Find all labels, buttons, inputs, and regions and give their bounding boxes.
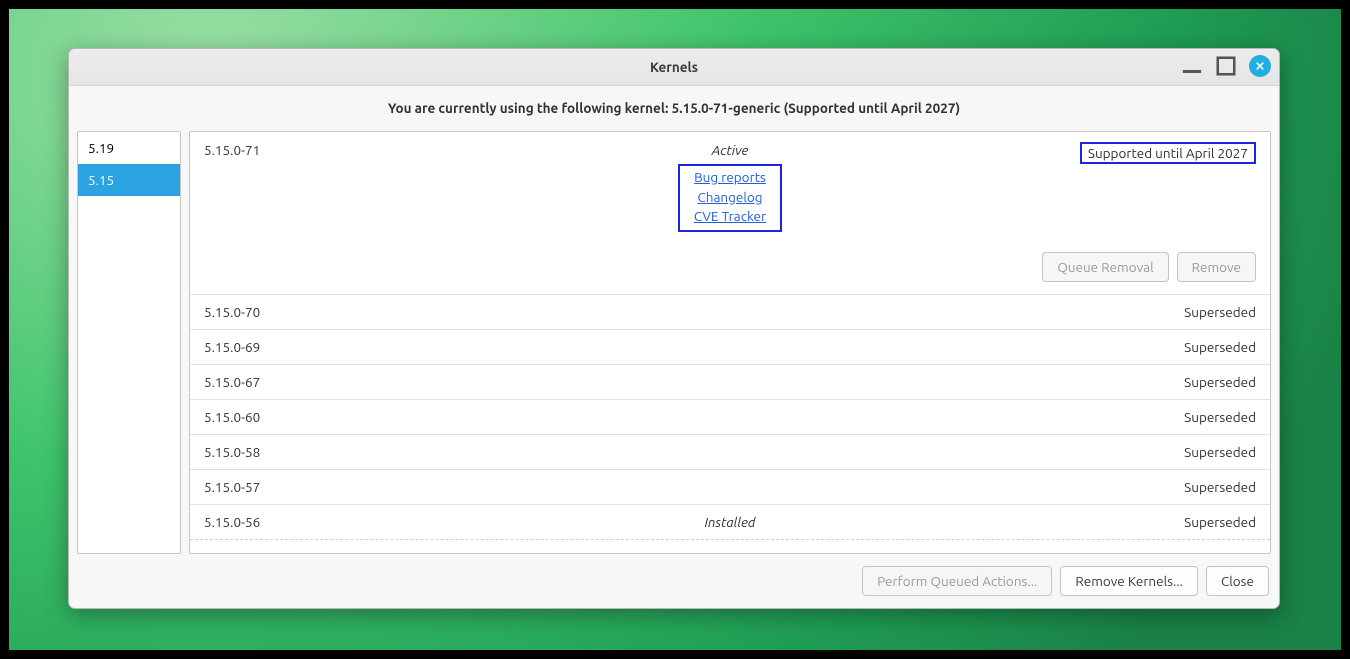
minimize-icon (1181, 55, 1203, 77)
close-dialog-button[interactable]: Close (1206, 566, 1269, 596)
kernel-row[interactable]: 5.15.0-60 Superseded (190, 400, 1270, 435)
remove-button[interactable]: Remove (1177, 252, 1256, 282)
kernel-version: 5.15.0-60 (204, 409, 551, 425)
kernel-row[interactable]: 5.15.0-69 Superseded (190, 330, 1270, 365)
kernel-row-expanded[interactable]: 5.15.0-71 Active Bug reports Changelog C… (190, 132, 1270, 295)
kernel-support-status: Superseded (909, 514, 1256, 530)
kernel-support-status: Superseded (909, 444, 1256, 460)
content-area: 5.19 5.15 5.15.0-71 Active Bug reports C… (69, 131, 1279, 554)
kernel-status-active: Active (712, 142, 749, 158)
close-button[interactable] (1249, 55, 1271, 77)
queue-removal-button[interactable]: Queue Removal (1042, 252, 1168, 282)
kernel-row[interactable]: 5.15.0-58 Superseded (190, 435, 1270, 470)
sidebar-item-5-19[interactable]: 5.19 (78, 132, 180, 164)
current-kernel-notice: You are currently using the following ke… (69, 86, 1279, 131)
kernel-row[interactable]: 5.15.0-70 Superseded (190, 295, 1270, 330)
remove-kernels-button[interactable]: Remove Kernels... (1060, 566, 1198, 596)
kernel-support-status: Superseded (909, 339, 1256, 355)
kernels-window: Kernels You are currently using the foll… (68, 48, 1280, 609)
kernel-version: 5.15.0-70 (204, 304, 551, 320)
window-buttons (1181, 55, 1271, 77)
support-until-badge: Supported until April 2027 (1080, 142, 1256, 164)
dialog-footer: Perform Queued Actions... Remove Kernels… (69, 554, 1279, 608)
kernel-links-box: Bug reports Changelog CVE Tracker (678, 164, 782, 232)
kernel-row[interactable]: 5.15.0-56 Installed Superseded (190, 505, 1270, 540)
kernel-series-sidebar: 5.19 5.15 (77, 131, 181, 554)
kernel-row[interactable]: 5.15.0-67 Superseded (190, 365, 1270, 400)
kernel-support-status: Superseded (909, 409, 1256, 425)
kernel-list[interactable]: 5.15.0-71 Active Bug reports Changelog C… (189, 131, 1271, 554)
bug-reports-link[interactable]: Bug reports (694, 168, 766, 188)
perform-queued-actions-button[interactable]: Perform Queued Actions... (862, 566, 1052, 596)
kernel-version: 5.15.0-69 (204, 339, 551, 355)
kernel-support-status: Superseded (909, 479, 1256, 495)
kernel-version: 5.15.0-56 (204, 514, 551, 530)
minimize-button[interactable] (1181, 55, 1203, 77)
changelog-link[interactable]: Changelog (697, 188, 762, 208)
kernel-center-status: Installed (551, 514, 909, 530)
cve-tracker-link[interactable]: CVE Tracker (694, 207, 766, 227)
kernel-row[interactable]: 5.15.0-57 Superseded (190, 470, 1270, 505)
kernel-version: 5.15.0-67 (204, 374, 551, 390)
maximize-icon (1215, 55, 1237, 77)
kernel-version: 5.15.0-58 (204, 444, 551, 460)
kernel-support-status: Superseded (909, 304, 1256, 320)
kernel-version: 5.15.0-57 (204, 479, 551, 495)
kernel-version: 5.15.0-71 (204, 142, 551, 158)
titlebar[interactable]: Kernels (69, 49, 1279, 86)
window-title: Kernels (69, 59, 1279, 75)
maximize-button[interactable] (1215, 55, 1237, 77)
close-icon (1255, 61, 1265, 71)
sidebar-item-5-15[interactable]: 5.15 (78, 164, 180, 196)
kernel-support-status: Superseded (909, 374, 1256, 390)
